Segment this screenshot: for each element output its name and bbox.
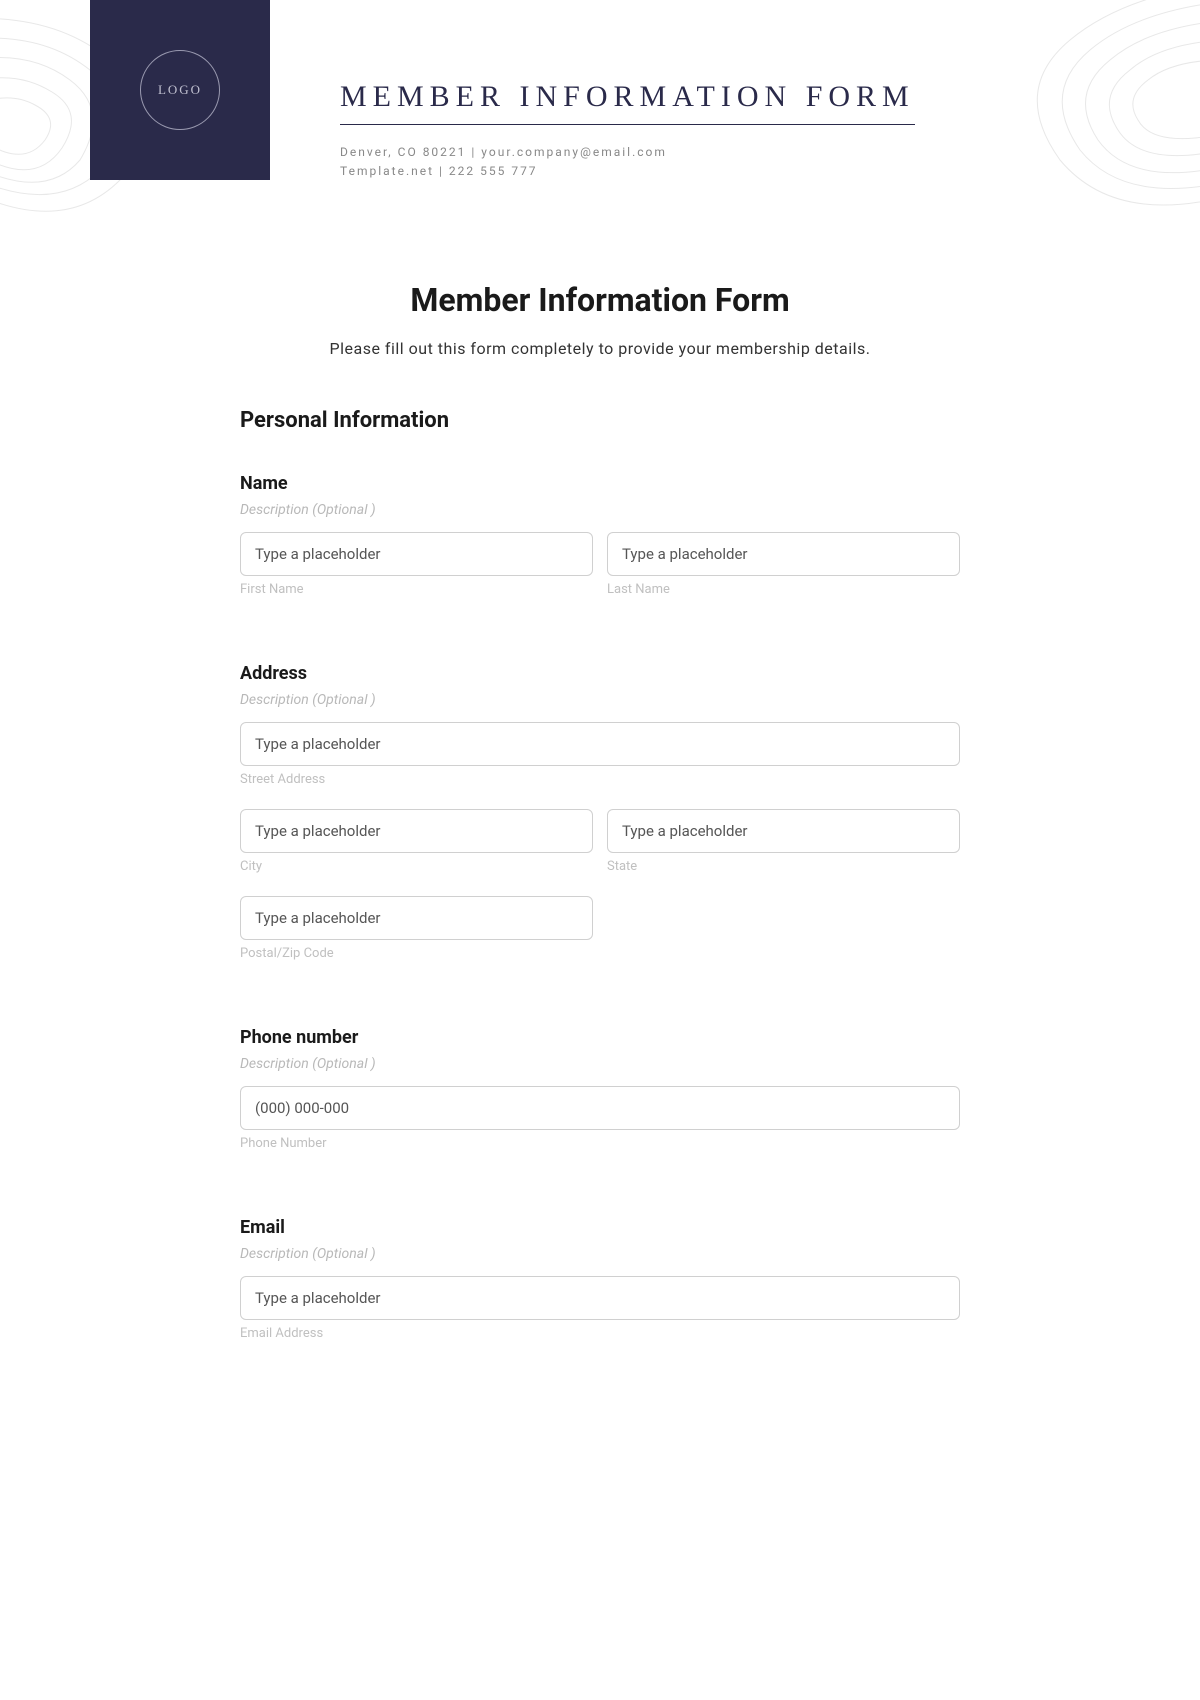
name-label: Name	[240, 473, 960, 494]
field-group-phone: Phone number Description (Optional ) Pho…	[240, 1027, 960, 1167]
topo-decoration-right	[910, 0, 1200, 221]
logo-circle: LOGO	[140, 50, 220, 130]
field-group-email: Email Description (Optional ) Email Addr…	[240, 1217, 960, 1357]
first-name-input[interactable]	[240, 532, 593, 576]
phone-label: Phone number	[240, 1027, 960, 1048]
email-label: Email	[240, 1217, 960, 1238]
email-desc: Description (Optional )	[240, 1246, 960, 1262]
phone-sublabel: Phone Number	[240, 1136, 960, 1151]
street-address-sublabel: Street Address	[240, 772, 960, 787]
city-sublabel: City	[240, 859, 593, 874]
first-name-sublabel: First Name	[240, 582, 593, 597]
form-subtitle: Please fill out this form completely to …	[240, 339, 960, 358]
name-desc: Description (Optional )	[240, 502, 960, 518]
postal-sublabel: Postal/Zip Code	[240, 946, 593, 961]
email-sublabel: Email Address	[240, 1326, 960, 1341]
address-label: Address	[240, 663, 960, 684]
logo-box: LOGO	[90, 0, 270, 180]
field-group-address: Address Description (Optional ) Street A…	[240, 663, 960, 977]
street-address-input[interactable]	[240, 722, 960, 766]
header-text: MEMBER INFORMATION FORM Denver, CO 80221…	[340, 80, 915, 181]
header: LOGO MEMBER INFORMATION FORM Denver, CO …	[0, 0, 1200, 221]
city-input[interactable]	[240, 809, 593, 853]
phone-desc: Description (Optional )	[240, 1056, 960, 1072]
header-title: MEMBER INFORMATION FORM	[340, 80, 915, 125]
email-input[interactable]	[240, 1276, 960, 1320]
address-desc: Description (Optional )	[240, 692, 960, 708]
state-sublabel: State	[607, 859, 960, 874]
contact-line1: Denver, CO 80221 | your.company@email.co…	[340, 143, 915, 162]
form-title: Member Information Form	[240, 281, 960, 319]
header-contact: Denver, CO 80221 | your.company@email.co…	[340, 143, 915, 181]
phone-input[interactable]	[240, 1086, 960, 1130]
logo-text: LOGO	[158, 82, 202, 98]
contact-line2: Template.net | 222 555 777	[340, 162, 915, 181]
form-container: Member Information Form Please fill out …	[190, 281, 1010, 1357]
field-group-name: Name Description (Optional ) First Name …	[240, 473, 960, 613]
state-input[interactable]	[607, 809, 960, 853]
section-personal-info: Personal Information	[240, 408, 960, 433]
last-name-input[interactable]	[607, 532, 960, 576]
postal-input[interactable]	[240, 896, 593, 940]
last-name-sublabel: Last Name	[607, 582, 960, 597]
